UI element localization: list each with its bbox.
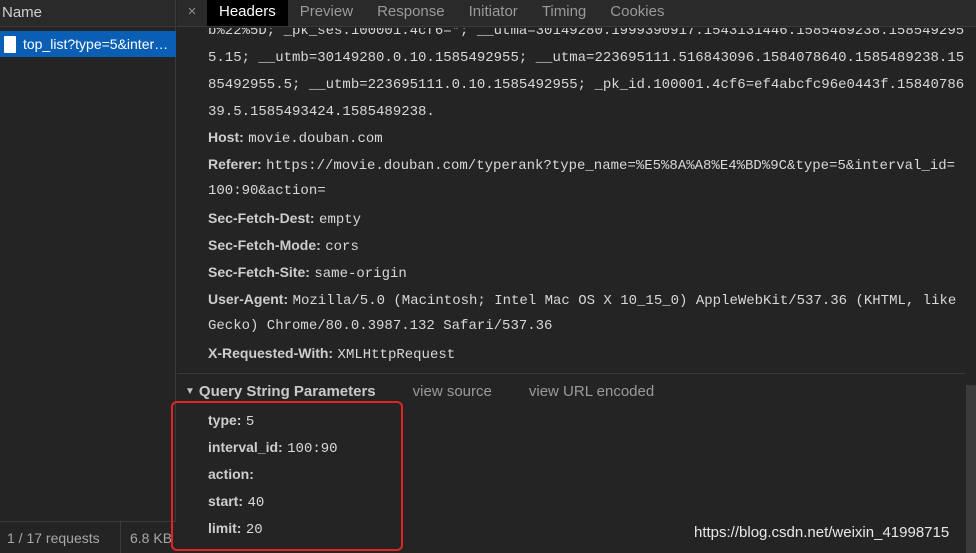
query-string-title[interactable]: Query String Parameters: [199, 383, 376, 400]
query-param-interval-id: interval_id: 100:90: [208, 434, 338, 463]
header-value-continuation: 100:90&action=: [208, 183, 326, 199]
cookie-value-line: 39.5.1585493424.1585489238.: [208, 104, 435, 120]
header-referer: Referer: https://movie.douban.com/typera…: [208, 151, 955, 180]
header-x-requested-with: X-Requested-With: XMLHttpRequest: [208, 340, 455, 369]
header-user-agent: User-Agent: Mozilla/5.0 (Macintosh; Inte…: [208, 286, 956, 315]
header-name: User-Agent:: [208, 291, 289, 307]
query-string-section-header[interactable]: ▼ Query String Parameters view source vi…: [185, 381, 654, 401]
watermark: https://blog.csdn.net/weixin_41998715: [694, 524, 950, 541]
tab-timing[interactable]: Timing: [530, 0, 598, 26]
param-name: limit:: [208, 520, 242, 536]
header-name: Sec-Fetch-Mode:: [208, 237, 321, 253]
tab-cookies[interactable]: Cookies: [598, 0, 676, 26]
param-name: action:: [208, 466, 254, 482]
header-value: same-origin: [314, 266, 407, 282]
header-value: cors: [325, 239, 359, 255]
tab-headers[interactable]: Headers: [207, 0, 288, 26]
view-source-link[interactable]: view source: [413, 383, 492, 400]
header-value: https://movie.douban.com/typerank?type_n…: [266, 158, 956, 174]
param-value: 40: [247, 495, 265, 511]
requests-panel: Name top_list?type=5&interval_id=100:90&…: [0, 0, 176, 553]
query-param-limit: limit: 20: [208, 515, 263, 544]
header-value-continuation: Gecko) Chrome/80.0.3987.132 Safari/537.3…: [208, 318, 553, 334]
header-value: XMLHttpRequest: [337, 347, 456, 363]
status-bar: 1 / 17 requests 6.8 KB: [0, 521, 176, 553]
headers-content: b%22%5D; _pk_ses.100001.4cf6=*; __utma=3…: [177, 28, 965, 553]
header-value: movie.douban.com: [248, 131, 383, 147]
name-column-header[interactable]: Name: [0, 0, 175, 27]
cookie-value-line: 5.15; __utmb=30149280.0.10.1585492955; _…: [208, 50, 965, 66]
param-value: 5: [245, 414, 255, 430]
cookie-value-line: 85492955.5; __utmb=223695111.0.10.158549…: [208, 77, 965, 93]
header-sec-fetch-site: Sec-Fetch-Site: same-origin: [208, 259, 407, 288]
collapse-triangle-icon[interactable]: ▼: [185, 386, 195, 397]
param-value: 20: [245, 522, 263, 538]
header-value: empty: [319, 212, 362, 228]
header-name: Sec-Fetch-Site:: [208, 264, 310, 280]
details-panel: × Headers Preview Response Initiator Tim…: [177, 0, 976, 553]
section-divider: [177, 373, 965, 374]
tab-response[interactable]: Response: [365, 0, 457, 26]
tab-initiator[interactable]: Initiator: [457, 0, 530, 26]
header-name: Sec-Fetch-Dest:: [208, 210, 315, 226]
query-param-type: type: 5: [208, 407, 254, 436]
request-count: 1 / 17 requests: [0, 521, 121, 553]
request-row-selected[interactable]: top_list?type=5&interval_id=100:90&actio…: [0, 31, 176, 57]
cookie-value-line: b%22%5D; _pk_ses.100001.4cf6=*; __utma=3…: [208, 28, 965, 39]
header-host: Host: movie.douban.com: [208, 124, 383, 153]
param-name: start:: [208, 493, 244, 509]
query-param-action: action:: [208, 461, 254, 490]
header-sec-fetch-dest: Sec-Fetch-Dest: empty: [208, 205, 361, 234]
param-value: 100:90: [287, 441, 338, 457]
header-name: Host:: [208, 129, 244, 145]
param-name: type:: [208, 412, 242, 428]
header-name: X-Requested-With:: [208, 345, 334, 361]
query-param-start: start: 40: [208, 488, 264, 517]
transferred-size: 6.8 KB: [130, 529, 173, 546]
view-url-encoded-link[interactable]: view URL encoded: [529, 383, 654, 400]
request-name: top_list?type=5&interval_id=100:90&actio…: [23, 36, 171, 52]
vertical-scrollbar[interactable]: [966, 385, 976, 553]
param-name: interval_id:: [208, 439, 283, 455]
header-name: Referer:: [208, 156, 262, 172]
tab-preview[interactable]: Preview: [288, 0, 365, 26]
header-value: Mozilla/5.0 (Macintosh; Intel Mac OS X 1…: [292, 293, 957, 309]
details-tab-bar: × Headers Preview Response Initiator Tim…: [177, 0, 976, 27]
close-icon[interactable]: ×: [177, 0, 207, 26]
document-icon: [4, 35, 16, 53]
header-sec-fetch-mode: Sec-Fetch-Mode: cors: [208, 232, 359, 261]
